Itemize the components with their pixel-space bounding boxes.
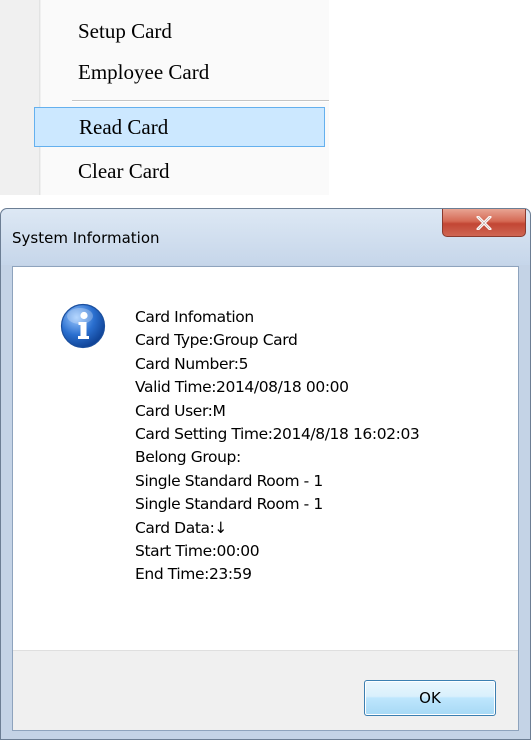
dialog-body: Card Infomation Card Type:Group Card Car… bbox=[12, 266, 519, 731]
dialog-titlebar[interactable]: System Information bbox=[1, 209, 530, 265]
message-line: End Time:23:59 bbox=[135, 565, 252, 584]
message-line: Card User:M bbox=[135, 401, 226, 420]
dialog-title: System Information bbox=[12, 229, 160, 247]
message-line: Start Time:00:00 bbox=[135, 542, 260, 561]
menu-item-setup-card[interactable]: Setup Card bbox=[0, 11, 329, 51]
message-line: Single Standard Room - 1 bbox=[135, 495, 323, 514]
context-menu: Setup Card Employee Card Read Card Clear… bbox=[0, 0, 329, 195]
message-line: Belong Group: bbox=[135, 448, 241, 467]
dialog-content: Card Infomation Card Type:Group Card Car… bbox=[13, 267, 518, 650]
close-button[interactable] bbox=[442, 209, 526, 237]
system-information-dialog: System Information Card Infomation Card … bbox=[0, 208, 531, 740]
message-line: Card Infomation bbox=[135, 308, 254, 326]
message-line: Valid Time:2014/08/18 00:00 bbox=[135, 378, 349, 397]
menu-item-read-card[interactable]: Read Card bbox=[34, 107, 325, 147]
message-line: Card Number:5 bbox=[135, 354, 249, 373]
message-line: Card Data:↓ bbox=[135, 518, 228, 537]
menu-item-clear-card[interactable]: Clear Card bbox=[0, 151, 329, 191]
message-line: Card Type:Group Card bbox=[135, 331, 298, 350]
message-line: Card Setting Time:2014/8/18 16:02:03 bbox=[135, 425, 420, 444]
message-line: Single Standard Room - 1 bbox=[135, 471, 323, 490]
dialog-footer: OK bbox=[13, 650, 518, 730]
info-icon bbox=[60, 303, 106, 349]
message-text: Card Infomation Card Type:Group Card Car… bbox=[135, 306, 420, 587]
ok-button[interactable]: OK bbox=[364, 680, 496, 716]
menu-item-employee-card[interactable]: Employee Card bbox=[0, 52, 329, 92]
close-icon bbox=[476, 215, 492, 230]
menu-separator bbox=[72, 100, 329, 102]
